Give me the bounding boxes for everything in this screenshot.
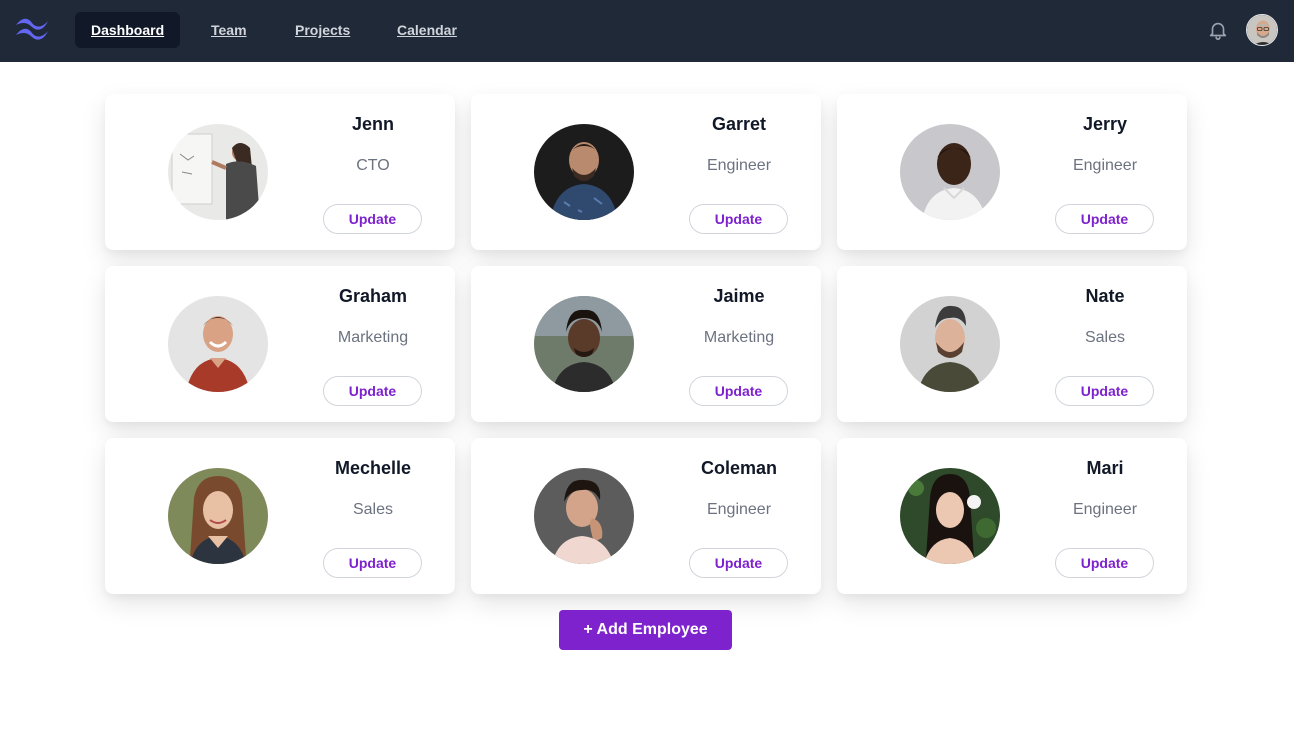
employee-card: Mari Engineer Update bbox=[837, 438, 1187, 594]
update-button[interactable]: Update bbox=[689, 204, 788, 234]
employee-name: Jenn bbox=[351, 114, 394, 134]
nav-link-team[interactable]: Team bbox=[195, 12, 263, 48]
nav-link-calendar[interactable]: Calendar bbox=[381, 12, 473, 48]
update-button[interactable]: Update bbox=[323, 204, 422, 234]
employee-card: Jaime Marketing Update bbox=[471, 266, 821, 422]
employee-card: Jenn CTO Update bbox=[105, 94, 455, 250]
update-button[interactable]: Update bbox=[323, 376, 422, 406]
nav-link-projects[interactable]: Projects bbox=[279, 12, 366, 48]
update-button[interactable]: Update bbox=[1055, 204, 1154, 234]
employee-card: Graham Marketing Update bbox=[105, 266, 455, 422]
employee-card: Mechelle Sales Update bbox=[105, 438, 455, 594]
employee-photo bbox=[534, 124, 634, 220]
employee-name: Jerry bbox=[1082, 114, 1128, 134]
employee-role: CTO bbox=[356, 157, 390, 174]
employee-photo bbox=[534, 468, 634, 564]
add-employee-button[interactable]: + Add Employee bbox=[559, 610, 732, 650]
employee-name: Jaime bbox=[713, 286, 765, 306]
employee-photo bbox=[900, 124, 1000, 220]
employee-name: Graham bbox=[338, 286, 408, 306]
employee-role: Engineer bbox=[706, 157, 772, 174]
employee-role: Sales bbox=[1084, 329, 1126, 346]
employee-role: Marketing bbox=[337, 329, 409, 346]
employee-card: Nate Sales Update bbox=[837, 266, 1187, 422]
employee-photo bbox=[168, 468, 268, 564]
employee-name: Garret bbox=[711, 114, 767, 134]
employee-grid: Jenn CTO Update Garret Engineer Update J… bbox=[105, 94, 1187, 594]
employee-photo bbox=[534, 296, 634, 392]
employee-name: Mari bbox=[1086, 458, 1124, 478]
employee-photo bbox=[168, 124, 268, 220]
employee-name: Mechelle bbox=[334, 458, 412, 478]
employee-card: Jerry Engineer Update bbox=[837, 94, 1187, 250]
employee-role: Marketing bbox=[703, 329, 775, 346]
update-button[interactable]: Update bbox=[1055, 376, 1154, 406]
logo-icon[interactable] bbox=[14, 16, 50, 42]
update-button[interactable]: Update bbox=[689, 548, 788, 578]
employee-role: Sales bbox=[352, 501, 394, 518]
nav-link-dashboard[interactable]: Dashboard bbox=[75, 12, 181, 48]
employee-role: Engineer bbox=[1072, 157, 1138, 174]
employee-role: Engineer bbox=[1072, 501, 1138, 518]
employee-name: Nate bbox=[1085, 286, 1125, 306]
employee-card: Garret Engineer Update bbox=[471, 94, 821, 250]
employee-photo bbox=[900, 468, 1000, 564]
employee-photo bbox=[168, 296, 268, 392]
employee-photo bbox=[900, 296, 1000, 392]
update-button[interactable]: Update bbox=[323, 548, 422, 578]
employee-card: Coleman Engineer Update bbox=[471, 438, 821, 594]
update-button[interactable]: Update bbox=[1055, 548, 1154, 578]
bell-icon[interactable] bbox=[1207, 19, 1229, 41]
employee-role: Engineer bbox=[706, 501, 772, 518]
employee-name: Coleman bbox=[700, 458, 778, 478]
top-navbar: Dashboard Team Projects Calendar bbox=[0, 0, 1294, 62]
user-avatar[interactable] bbox=[1246, 14, 1278, 46]
update-button[interactable]: Update bbox=[689, 376, 788, 406]
